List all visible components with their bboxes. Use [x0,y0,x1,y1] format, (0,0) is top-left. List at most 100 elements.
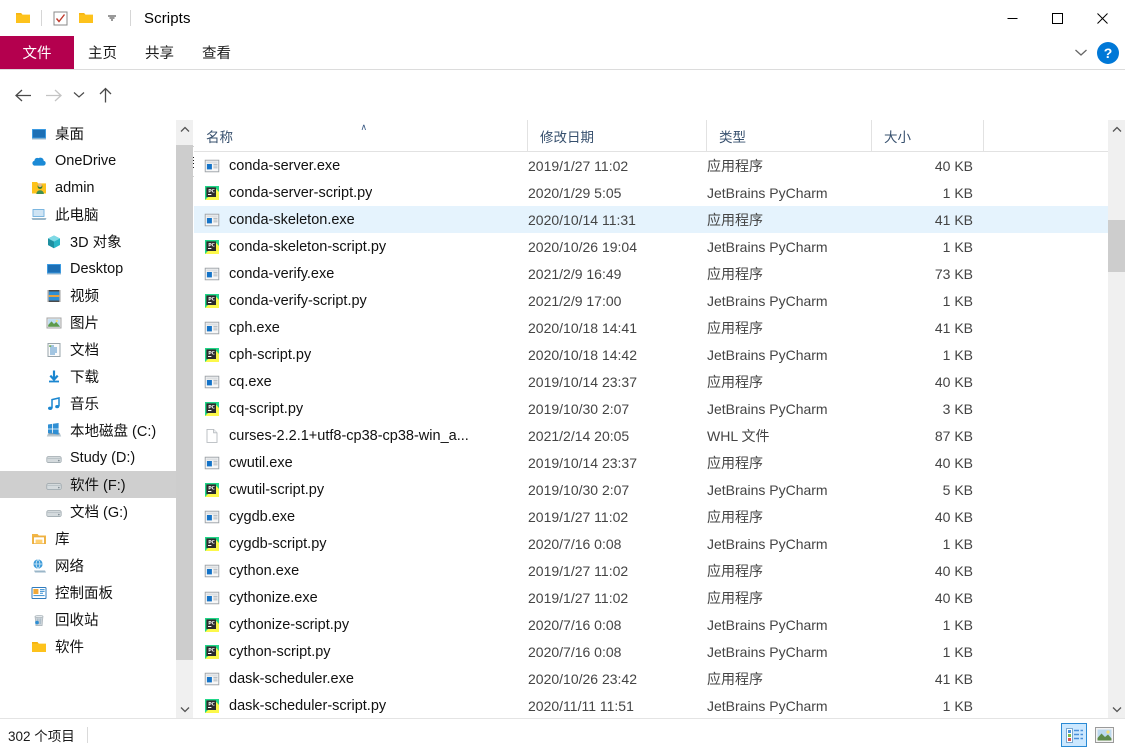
sidebar-item-14[interactable]: 文档 (G:) [0,498,176,525]
properties-checkbox-icon[interactable] [47,5,73,31]
sidebar-scrollbar[interactable] [176,120,193,718]
table-row[interactable]: cythonize.exe 2019/1/27 11:02 应用程序 40 KB [194,584,1108,611]
pycharm-icon: PC [204,401,220,417]
chevron-down-icon[interactable] [1074,48,1088,57]
table-row[interactable]: PC conda-server-script.py 2020/1/29 5:05 Je… [194,179,1108,206]
sidebar-item-4[interactable]: 3D 对象 [0,228,176,255]
file-size-cell: 3 KB [942,400,973,417]
sidebar-item-18[interactable]: 回收站 [0,606,176,633]
maximize-button[interactable] [1035,0,1080,36]
large-icons-view-button[interactable] [1091,723,1117,747]
sidebar-scroll-thumb[interactable] [176,145,193,660]
table-row[interactable]: cph.exe 2020/10/18 14:41 应用程序 41 KB [194,314,1108,341]
sidebar-item-13[interactable]: 软件 (F:) [0,471,176,498]
sidebar-item-6[interactable]: 视频 [0,282,176,309]
sidebar-item-19[interactable]: 软件 [0,633,176,660]
sidebar-item-15[interactable]: 库 [0,525,176,552]
sidebar-item-16[interactable]: 网络 [0,552,176,579]
file-size-cell: 1 KB [942,184,973,201]
customize-caret-icon[interactable] [99,5,125,31]
column-header-name[interactable]: ∧ 名称 [194,120,528,152]
minimize-button[interactable] [990,0,1035,36]
pycharm-icon: PC [204,482,220,498]
help-icon[interactable]: ? [1097,41,1119,64]
quick-access-toolbar: Scripts [0,0,191,36]
file-date-cell: 2021/2/9 17:00 [528,292,622,309]
file-size-cell: 1 KB [942,238,973,255]
tab-view[interactable]: 查看 [188,36,245,69]
back-button[interactable] [8,80,38,110]
ribbon-right-controls: ? [1074,36,1119,69]
table-row[interactable]: PC conda-skeleton-script.py 2020/10/26 19:… [194,233,1108,260]
table-row[interactable]: PC cwutil-script.py 2019/10/30 2:07 JetBrai… [194,476,1108,503]
list-scroll-down-icon[interactable] [1108,700,1125,718]
up-button[interactable] [90,80,120,110]
table-row[interactable]: PC cq-script.py 2019/10/30 2:07 JetBrains P… [194,395,1108,422]
tab-file[interactable]: 文件 [0,36,74,69]
sidebar-item-3[interactable]: 此电脑 [0,201,176,228]
table-row[interactable]: cwutil.exe 2019/10/14 23:37 应用程序 40 KB [194,449,1108,476]
toolbar-divider-1 [41,10,42,26]
file-name-cell: conda-verify.exe [194,266,524,282]
sidebar-item-label: 桌面 [55,127,84,143]
list-scroll-up-icon[interactable] [1108,120,1125,138]
sidebar-item-7[interactable]: 图片 [0,309,176,336]
table-row[interactable]: cq.exe 2019/10/14 23:37 应用程序 40 KB [194,368,1108,395]
exe-icon [204,320,220,336]
file-name-label: conda-verify.exe [229,265,335,282]
column-header-type[interactable]: 类型 [707,120,872,152]
recent-locations-button[interactable] [68,80,90,110]
sidebar-item-10[interactable]: 音乐 [0,390,176,417]
table-row[interactable]: conda-server.exe 2019/1/27 11:02 应用程序 40 KB [194,152,1108,179]
table-row[interactable]: PC cython-script.py 2020/7/16 0:08 JetBrain… [194,638,1108,665]
table-row[interactable]: dask-scheduler.exe 2020/10/26 23:42 应用程序 41… [194,665,1108,692]
sidebar-item-0[interactable]: 桌面 [0,120,176,147]
table-row[interactable]: PC cygdb-script.py 2020/7/16 0:08 JetBrains… [194,530,1108,557]
sidebar-item-9[interactable]: 下载 [0,363,176,390]
close-button[interactable] [1080,0,1125,36]
details-view-button[interactable] [1061,723,1087,747]
file-size-cell: 1 KB [942,697,973,714]
tab-share[interactable]: 共享 [131,36,188,69]
table-row[interactable]: curses-2.2.1+utf8-cp38-cp38-win_a... 2021… [194,422,1108,449]
desktop-icon [30,125,48,143]
sidebar-item-label: admin [55,179,95,196]
file-type-cell: JetBrains PyCharm [707,184,828,201]
file-explorer-window: Scripts 文件 主页 共享 查看 ? 桌面 OneDrive admin … [0,0,1125,750]
list-scroll-thumb[interactable] [1108,220,1125,272]
file-type-cell: 应用程序 [707,508,763,525]
user-icon [30,179,48,197]
sidebar-item-2[interactable]: admin [0,174,176,201]
sidebar-item-8[interactable]: 文档 [0,336,176,363]
file-name-cell: PC conda-verify-script.py [194,293,524,309]
sidebar-item-17[interactable]: 控制面板 [0,579,176,606]
table-row[interactable]: PC cph-script.py 2020/10/18 14:42 JetBrains… [194,341,1108,368]
table-row[interactable]: conda-verify.exe 2021/2/9 16:49 应用程序 73 KB [194,260,1108,287]
sidebar-scroll-up-icon[interactable] [176,120,193,138]
table-row[interactable]: conda-skeleton.exe 2020/10/14 11:31 应用程序 41… [194,206,1108,233]
file-list-scrollbar[interactable] [1108,120,1125,718]
column-header-size-label: 大小 [884,130,911,145]
exe-icon [204,509,220,525]
column-header-blank[interactable] [984,120,1108,152]
column-header-date[interactable]: 修改日期 [528,120,707,152]
sidebar-item-5[interactable]: Desktop [0,255,176,282]
table-row[interactable]: PC conda-verify-script.py 2021/2/9 17:00 Je… [194,287,1108,314]
table-row[interactable]: PC cythonize-script.py 2020/7/16 0:08 JetBr… [194,611,1108,638]
file-type-cell: 应用程序 [707,670,763,687]
table-row[interactable]: PC dask-scheduler-script.py 2020/11/11 11:… [194,692,1108,719]
sidebar-item-12[interactable]: Study (D:) [0,444,176,471]
column-header-size[interactable]: 大小 [872,120,984,152]
new-folder-icon[interactable] [73,5,99,31]
tab-home[interactable]: 主页 [74,36,131,69]
forward-button[interactable] [38,80,68,110]
table-row[interactable]: cygdb.exe 2019/1/27 11:02 应用程序 40 KB [194,503,1108,530]
sidebar-item-11[interactable]: 本地磁盘 (C:) [0,417,176,444]
file-size-cell: 41 KB [934,670,973,687]
pycharm-icon: PC [204,239,220,255]
sidebar-item-1[interactable]: OneDrive [0,147,176,174]
file-name-cell: dask-scheduler.exe [194,671,524,687]
folder-icon[interactable] [10,5,36,31]
sidebar-scroll-down-icon[interactable] [176,700,193,718]
table-row[interactable]: cython.exe 2019/1/27 11:02 应用程序 40 KB [194,557,1108,584]
